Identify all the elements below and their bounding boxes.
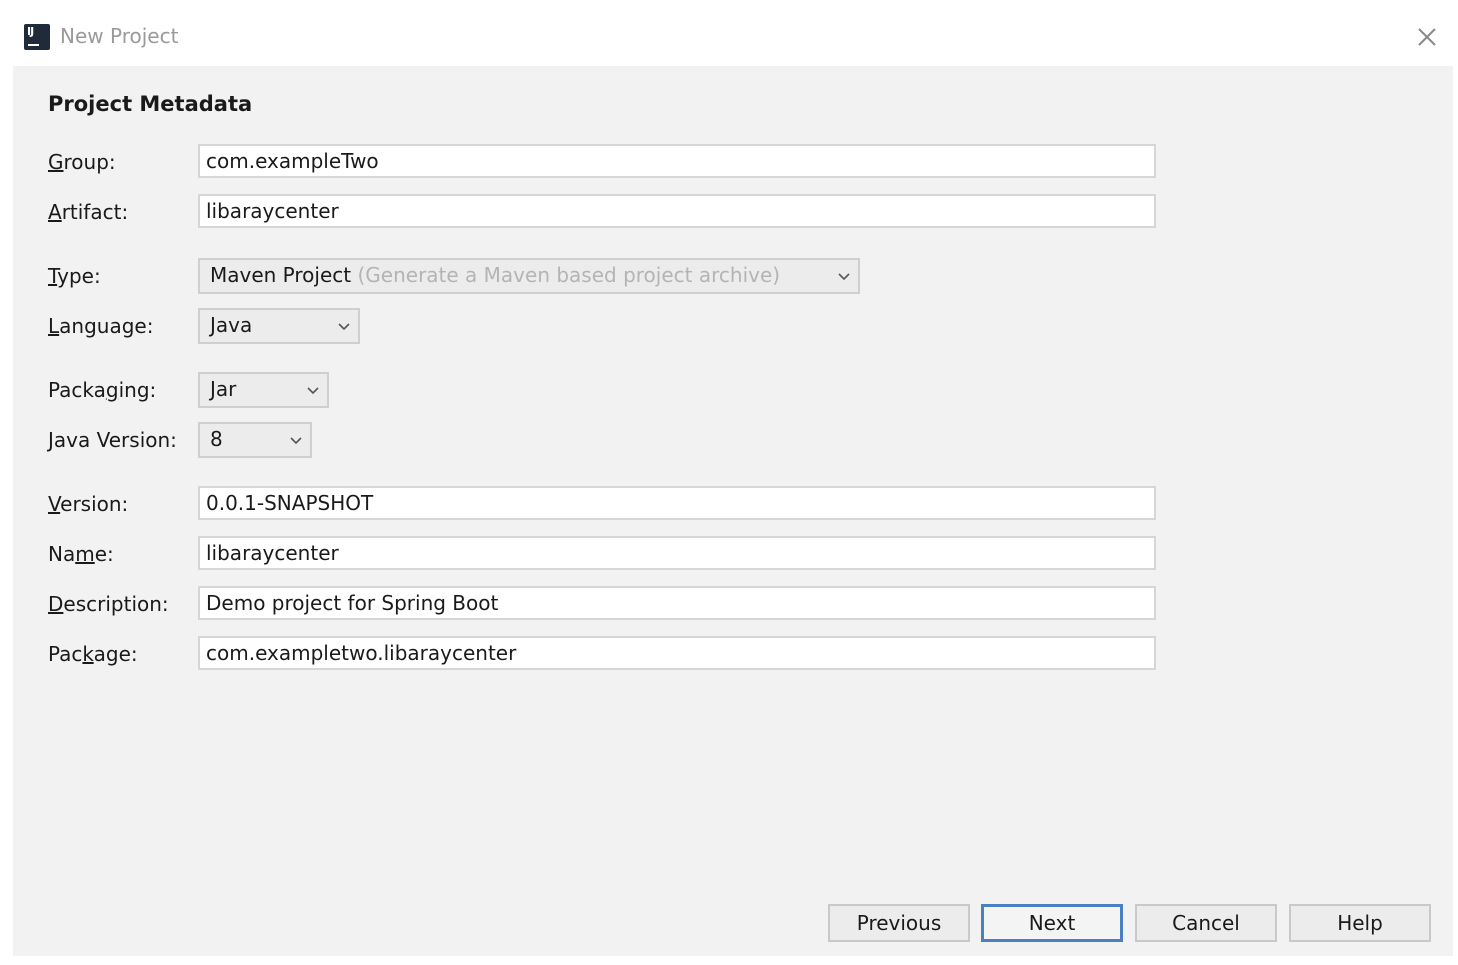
close-button[interactable] — [1408, 20, 1444, 56]
help-button[interactable]: Help — [1289, 904, 1431, 942]
language-select-value: Java — [210, 313, 253, 337]
version-label: Version: — [48, 492, 129, 516]
java-version-select[interactable]: 8 — [198, 422, 312, 458]
chevron-down-icon — [290, 437, 302, 445]
name-label: Name: — [48, 542, 114, 566]
project-metadata-panel: Project Metadata Group: Artifact: Type: … — [13, 66, 1453, 956]
chevron-down-icon — [338, 323, 350, 331]
type-label: Type: — [48, 264, 101, 288]
group-label: Group: — [48, 150, 116, 174]
java-version-select-value: 8 — [210, 427, 223, 451]
type-select-hint: (Generate a Maven based project archive) — [357, 263, 781, 287]
chevron-down-icon — [838, 273, 850, 281]
type-select-value: Maven Project (Generate a Maven based pr… — [210, 263, 781, 287]
next-button[interactable]: Next — [981, 904, 1123, 942]
artifact-field[interactable] — [198, 194, 1156, 228]
packaging-label: Packaging: — [48, 378, 157, 402]
package-label: Package: — [48, 642, 138, 666]
artifact-label: Artifact: — [48, 200, 129, 224]
language-label: Language: — [48, 314, 154, 338]
close-icon — [1418, 28, 1436, 46]
description-field[interactable] — [198, 586, 1156, 620]
cancel-button[interactable]: Cancel — [1135, 904, 1277, 942]
type-select[interactable]: Maven Project (Generate a Maven based pr… — [198, 258, 860, 294]
intellij-idea-icon: IJ — [24, 24, 50, 50]
packaging-select[interactable]: Jar — [198, 372, 329, 408]
previous-button[interactable]: Previous — [828, 904, 970, 942]
section-title: Project Metadata — [48, 92, 253, 116]
name-field[interactable] — [198, 536, 1156, 570]
language-select[interactable]: Java — [198, 308, 360, 344]
new-project-dialog: IJ New Project Project Metadata Group: A… — [0, 0, 1458, 965]
description-label: Description: — [48, 592, 169, 616]
title-bar: IJ New Project — [0, 0, 1458, 66]
group-field[interactable] — [198, 144, 1156, 178]
packaging-select-value: Jar — [210, 377, 237, 401]
java-version-label: Java Version: — [48, 428, 177, 452]
chevron-down-icon — [307, 387, 319, 395]
version-field[interactable] — [198, 486, 1156, 520]
package-field[interactable] — [198, 636, 1156, 670]
window-title: New Project — [60, 24, 179, 48]
